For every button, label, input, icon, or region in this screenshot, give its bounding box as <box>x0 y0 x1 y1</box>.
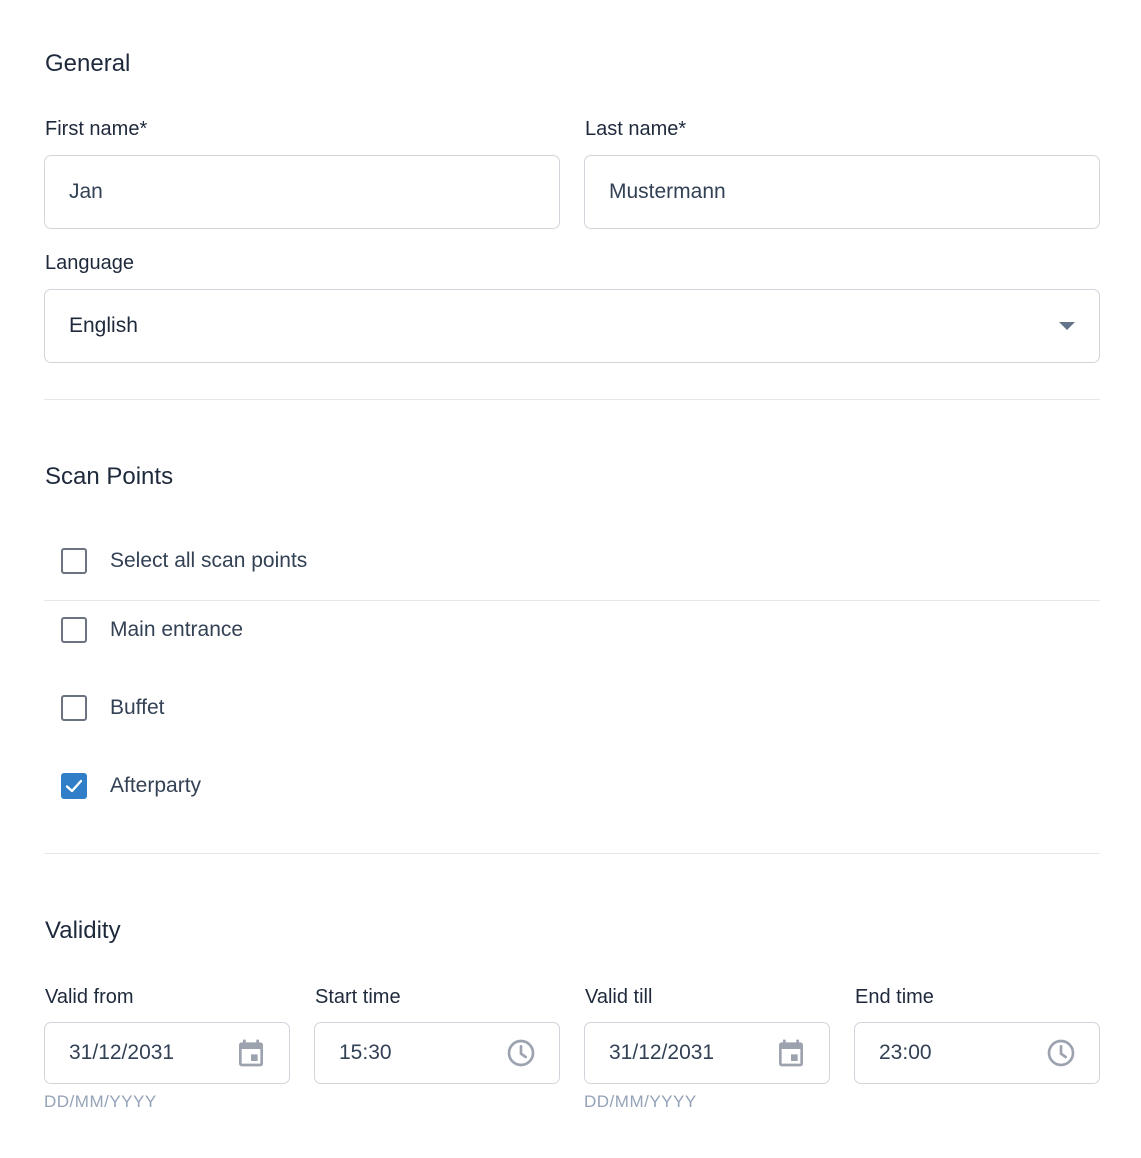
calendar-icon[interactable] <box>235 1037 267 1069</box>
valid-from-hint: DD/MM/YYYY <box>44 1092 157 1111</box>
section-title-scan-points: Scan Points <box>45 463 174 490</box>
last-name-value: Mustermann <box>609 180 726 203</box>
language-value: English <box>69 314 138 337</box>
section-divider <box>44 399 1100 400</box>
section-title-validity: Validity <box>45 917 121 944</box>
section-divider <box>44 853 1100 854</box>
start-time-field[interactable]: 15:30 <box>314 1022 560 1084</box>
valid-till-value: 31/12/2031 <box>609 1041 715 1064</box>
valid-till-hint: DD/MM/YYYY <box>584 1092 697 1111</box>
clock-icon[interactable] <box>505 1037 537 1069</box>
valid-from-value: 31/12/2031 <box>69 1041 175 1064</box>
clock-icon[interactable] <box>1045 1037 1077 1069</box>
last-name-field[interactable]: Mustermann <box>584 155 1100 229</box>
valid-till-field[interactable]: 31/12/2031 <box>584 1022 830 1084</box>
end-time-value: 23:00 <box>879 1041 932 1064</box>
end-time-label: End time <box>855 986 934 1008</box>
scan-point-checkbox[interactable] <box>61 617 87 643</box>
scan-point-label: Main entrance <box>110 618 244 641</box>
select-all-row[interactable]: Select all scan points <box>44 531 1100 591</box>
first-name-field[interactable]: Jan <box>44 155 560 229</box>
end-time-field[interactable]: 23:00 <box>854 1022 1100 1084</box>
first-name-value: Jan <box>69 180 103 203</box>
calendar-icon[interactable] <box>775 1037 807 1069</box>
scan-point-checkbox[interactable] <box>61 695 87 721</box>
select-all-checkbox[interactable] <box>61 548 87 574</box>
section-title-general: General <box>45 50 131 77</box>
select-all-label: Select all scan points <box>110 549 308 572</box>
language-label: Language <box>45 252 134 274</box>
form-page: General First name* Jan Last name* Muste… <box>0 0 1141 1158</box>
valid-from-field[interactable]: 31/12/2031 <box>44 1022 290 1084</box>
first-name-label: First name* <box>45 118 148 140</box>
valid-from-label: Valid from <box>45 986 134 1008</box>
scan-point-label: Buffet <box>110 696 165 719</box>
scan-point-label: Afterparty <box>110 774 202 797</box>
chevron-down-icon <box>1059 322 1075 330</box>
scan-point-row[interactable]: Main entrance <box>44 600 1100 660</box>
scan-point-row[interactable]: Buffet <box>44 678 1100 738</box>
start-time-value: 15:30 <box>339 1041 392 1064</box>
scan-point-checkbox[interactable] <box>61 773 87 799</box>
checkmark-icon <box>65 779 83 793</box>
scan-point-row[interactable]: Afterparty <box>44 756 1100 816</box>
last-name-label: Last name* <box>585 118 687 140</box>
language-select[interactable]: English <box>44 289 1100 363</box>
valid-till-label: Valid till <box>585 986 653 1008</box>
start-time-label: Start time <box>315 986 401 1008</box>
